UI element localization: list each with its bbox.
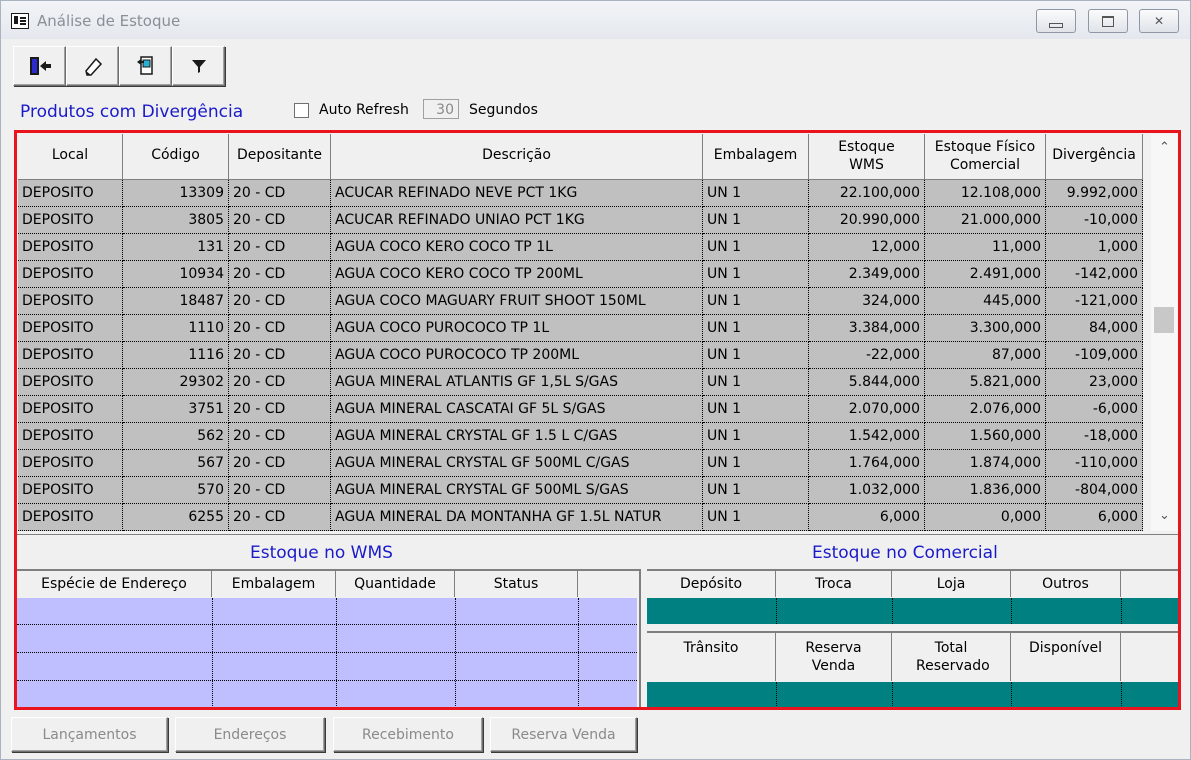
filter-funnel-icon	[191, 60, 206, 73]
highlight-frame	[14, 130, 1181, 710]
main-window: Análise de Estoque ✕ Produtos com Diverg…	[0, 0, 1191, 760]
close-button[interactable]: ✕	[1139, 9, 1179, 33]
export-file-icon	[136, 56, 153, 75]
app-icon	[11, 13, 29, 29]
filter-button[interactable]	[172, 46, 225, 86]
maximize-button[interactable]	[1088, 9, 1128, 33]
lancamentos-button[interactable]: Lançamentos	[11, 717, 168, 752]
seconds-label: Segundos	[469, 102, 538, 118]
title-bar: Análise de Estoque ✕	[1, 1, 1190, 39]
export-button[interactable]	[119, 46, 172, 86]
recebimento-label: Recebimento	[362, 727, 454, 743]
enderecos-button[interactable]: Endereços	[175, 717, 325, 752]
enderecos-label: Endereços	[213, 727, 287, 743]
minimize-icon	[1049, 22, 1063, 28]
window-title: Análise de Estoque	[37, 12, 181, 30]
recebimento-button[interactable]: Recebimento	[333, 717, 483, 752]
auto-refresh-checkbox[interactable]	[294, 103, 309, 118]
clear-button[interactable]	[66, 46, 119, 86]
exit-door-icon	[29, 57, 51, 75]
lancamentos-label: Lançamentos	[42, 727, 137, 743]
close-icon: ✕	[1153, 14, 1165, 28]
maximize-icon	[1102, 15, 1114, 27]
reserva-venda-button[interactable]: Reserva Venda	[490, 717, 637, 752]
refresh-seconds-input[interactable]: 30	[423, 99, 459, 119]
eraser-icon	[84, 57, 102, 76]
reserva-venda-label: Reserva Venda	[511, 727, 616, 743]
exit-button[interactable]	[13, 46, 66, 86]
products-divergence-title: Produtos com Divergência	[20, 102, 244, 122]
minimize-button[interactable]	[1036, 9, 1076, 33]
auto-refresh-label: Auto Refresh	[319, 102, 409, 118]
